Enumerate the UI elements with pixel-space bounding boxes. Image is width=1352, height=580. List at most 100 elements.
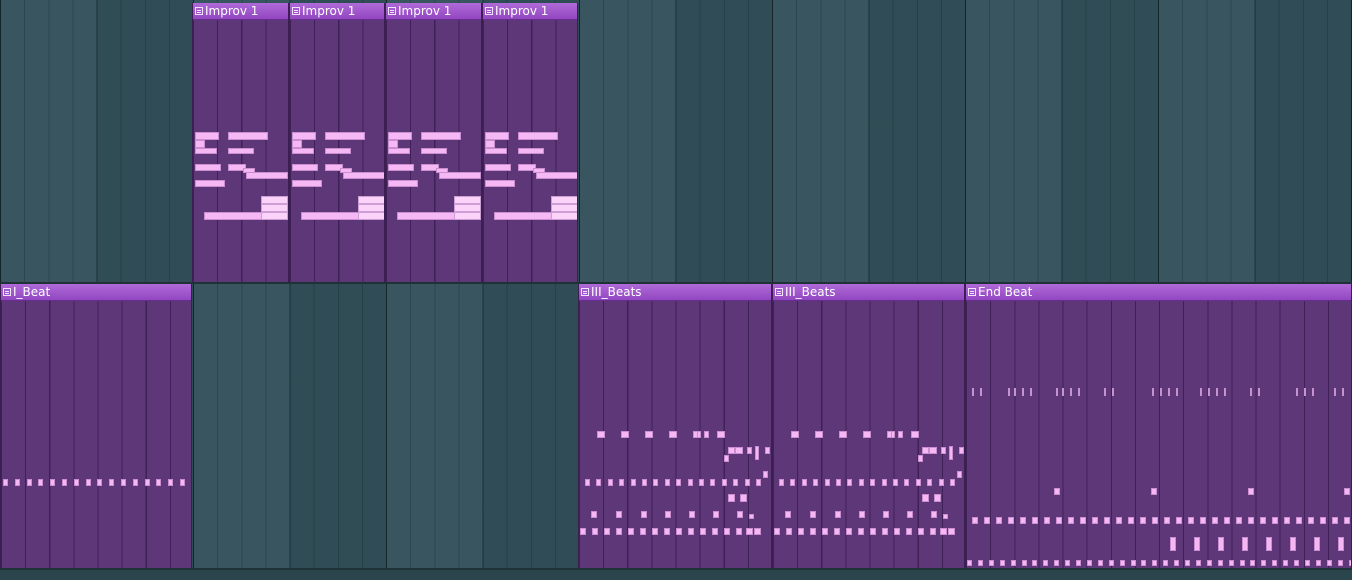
note-block bbox=[292, 148, 314, 154]
note-block bbox=[1314, 537, 1320, 551]
note-block bbox=[887, 431, 892, 438]
note-block bbox=[1206, 560, 1212, 566]
note-block bbox=[1248, 517, 1254, 524]
note-block bbox=[358, 212, 384, 220]
pattern-clip-icon[interactable] bbox=[195, 7, 203, 15]
note-block bbox=[1056, 388, 1058, 396]
note-block bbox=[858, 479, 864, 486]
note-block bbox=[1043, 560, 1049, 566]
clip-header[interactable]: III_Beats bbox=[579, 284, 771, 301]
note-block bbox=[454, 212, 481, 220]
note-block bbox=[50, 479, 56, 486]
pattern-clip-icon[interactable] bbox=[3, 288, 11, 296]
note-block bbox=[721, 479, 727, 486]
note-block bbox=[439, 172, 481, 179]
note-block bbox=[1032, 517, 1038, 524]
clip-improv-2[interactable]: Improv 1 bbox=[289, 3, 385, 282]
note-block bbox=[1128, 517, 1134, 524]
clip-name: III_Beats bbox=[591, 285, 642, 299]
clip-improv-4[interactable]: Improv 1 bbox=[482, 3, 578, 282]
note-block bbox=[616, 528, 622, 535]
clip-i-beat[interactable]: I_Beat bbox=[0, 284, 192, 568]
note-block bbox=[1054, 488, 1060, 495]
note-block bbox=[292, 132, 316, 140]
clip-end-beat[interactable]: End Beat bbox=[965, 284, 1352, 568]
note-block bbox=[1168, 388, 1170, 396]
note-block bbox=[943, 514, 948, 519]
clip-name: End Beat bbox=[978, 285, 1033, 299]
clip-improv-1[interactable]: Improv 1 bbox=[192, 3, 289, 282]
note-block bbox=[1200, 517, 1206, 524]
clip-header[interactable]: III_Beats bbox=[773, 284, 964, 301]
note-block bbox=[1224, 517, 1230, 524]
playlist-grid[interactable]: Improv 1 Improv 1 Improv 1 Improv 1 I_Be… bbox=[0, 0, 1352, 580]
note-block bbox=[619, 479, 625, 486]
pattern-clip-icon[interactable] bbox=[485, 7, 493, 15]
note-block bbox=[641, 511, 647, 518]
note-block bbox=[1010, 560, 1016, 566]
pattern-clip-icon[interactable] bbox=[388, 7, 396, 15]
note-block bbox=[1070, 388, 1072, 396]
note-block bbox=[1194, 537, 1200, 551]
clip-name: Improv 1 bbox=[398, 4, 452, 18]
note-block bbox=[893, 479, 898, 486]
note-block bbox=[839, 431, 847, 438]
note-block bbox=[712, 528, 718, 535]
note-block bbox=[724, 455, 729, 462]
note-block bbox=[836, 479, 841, 486]
note-block bbox=[1284, 517, 1290, 524]
note-block bbox=[1217, 560, 1223, 566]
clip-header[interactable]: Improv 1 bbox=[483, 3, 577, 20]
note-block bbox=[85, 479, 91, 486]
note-block bbox=[676, 528, 682, 535]
note-block bbox=[1078, 388, 1080, 396]
clip-iii-beats-2[interactable]: III_Beats bbox=[772, 284, 965, 568]
clip-improv-3[interactable]: Improv 1 bbox=[385, 3, 482, 282]
note-block bbox=[763, 471, 768, 478]
note-block bbox=[930, 528, 936, 535]
note-block bbox=[195, 132, 219, 140]
clip-header[interactable]: Improv 1 bbox=[386, 3, 481, 20]
pattern-clip-icon[interactable] bbox=[581, 288, 589, 296]
note-block bbox=[847, 479, 853, 486]
note-block bbox=[38, 479, 44, 486]
note-block bbox=[744, 479, 750, 486]
note-block bbox=[676, 479, 682, 486]
note-block bbox=[858, 528, 864, 535]
note-block bbox=[713, 511, 719, 518]
note-block bbox=[1326, 560, 1332, 566]
note-block bbox=[518, 148, 544, 154]
note-block bbox=[1348, 560, 1351, 566]
pattern-clip-icon[interactable] bbox=[292, 7, 300, 15]
note-block bbox=[1320, 517, 1326, 524]
note-block bbox=[717, 431, 725, 438]
note-block bbox=[967, 560, 972, 566]
note-block bbox=[645, 431, 653, 438]
note-block bbox=[485, 164, 511, 171]
note-block bbox=[790, 479, 796, 486]
note-block bbox=[454, 196, 481, 204]
note-block bbox=[1092, 517, 1098, 524]
note-block bbox=[1185, 560, 1190, 566]
clip-header[interactable]: Improv 1 bbox=[193, 3, 288, 20]
pattern-clip-icon[interactable] bbox=[775, 288, 783, 296]
note-block bbox=[195, 148, 217, 154]
note-block bbox=[3, 479, 8, 486]
pattern-clip-icon[interactable] bbox=[968, 288, 976, 296]
note-block bbox=[292, 164, 318, 171]
note-block bbox=[1112, 388, 1114, 396]
note-block bbox=[1334, 388, 1336, 396]
note-block bbox=[1260, 517, 1266, 524]
note-block bbox=[388, 140, 398, 148]
note-block bbox=[628, 528, 634, 535]
playlist-bottom-strip bbox=[0, 568, 1352, 580]
note-block bbox=[1032, 560, 1038, 566]
clip-header[interactable]: I_Beat bbox=[1, 284, 191, 301]
note-block bbox=[261, 212, 288, 220]
clip-header[interactable]: End Beat bbox=[966, 284, 1351, 301]
note-block bbox=[1258, 388, 1260, 396]
clip-header[interactable]: Improv 1 bbox=[290, 3, 384, 20]
note-block bbox=[485, 180, 515, 187]
clip-iii-beats-1[interactable]: III_Beats bbox=[578, 284, 772, 568]
note-block bbox=[343, 172, 384, 179]
